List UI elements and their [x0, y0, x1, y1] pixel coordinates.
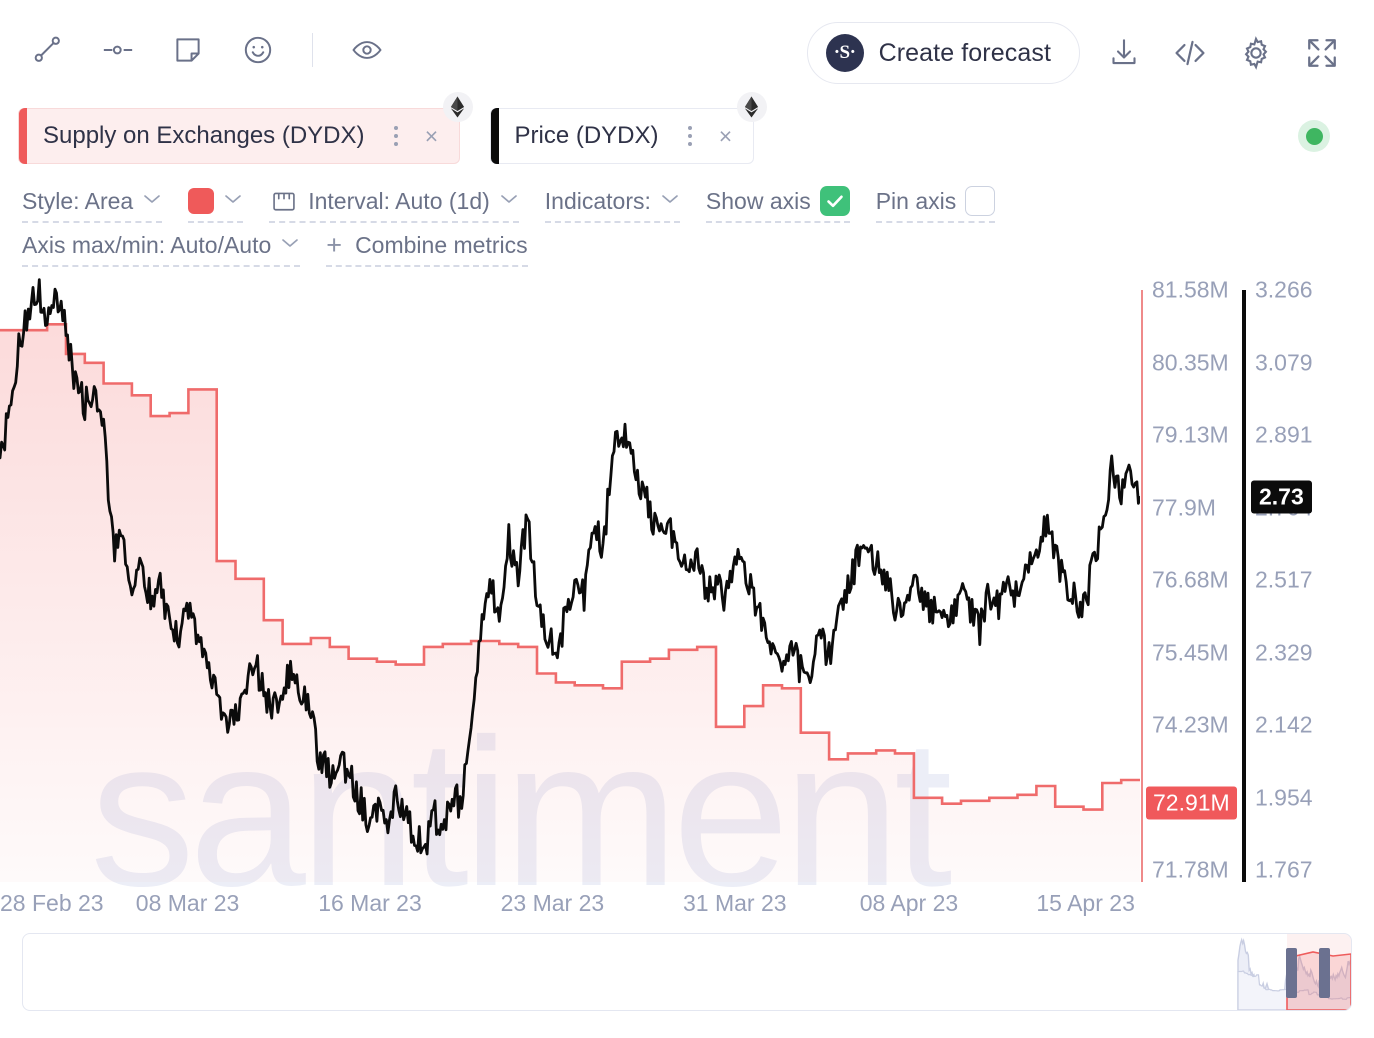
chart-app: ·S· Create forecast Supply on Exchanges …	[0, 0, 1374, 1038]
x-axis-tick-label: 23 Mar 23	[500, 890, 605, 916]
calendar-icon	[269, 187, 299, 215]
axis-value-highlight: 72.91M	[1146, 786, 1237, 820]
pin-axis-checkbox[interactable]	[965, 186, 996, 216]
chip-color-bar	[19, 108, 27, 164]
axis-tick-label: 77.9M	[1152, 494, 1216, 520]
plus-icon: +	[326, 229, 343, 260]
style-selector[interactable]: Style: Area	[22, 183, 163, 223]
create-forecast-label: Create forecast	[878, 38, 1051, 67]
x-axis-tick-label: 31 Mar 23	[683, 890, 787, 916]
chart-container: santiment 81.58M80.35M79.13M77.9M76.68M7…	[0, 276, 1374, 930]
chevron-down-icon	[223, 192, 243, 210]
range-navigator[interactable]	[22, 933, 1352, 1011]
ethereum-icon	[442, 92, 473, 122]
axis-tick-label: 3.266	[1255, 276, 1313, 303]
chart-options-row-1: Style: Area Interval: Auto (1d) Indicato…	[22, 182, 1122, 224]
ethereum-icon	[736, 92, 767, 122]
metric-chip-supply-on-exchanges[interactable]: Supply on Exchanges (DYDX) ×	[18, 92, 473, 164]
x-axis-ticks: 28 Feb 23 08 Mar 23 16 Mar 23 23 Mar 23 31 M…	[0, 890, 1160, 930]
embed-code-icon[interactable]	[1168, 31, 1212, 75]
x-axis-tick-label: 15 Apr 23	[1036, 890, 1135, 916]
fullscreen-icon[interactable]	[1300, 31, 1344, 75]
axis-tick-label: 3.079	[1255, 349, 1313, 375]
x-axis-tick-label: 16 Mar 23	[318, 890, 422, 916]
axis-value-highlight: 2.73	[1251, 480, 1312, 514]
show-axis-label: Show axis	[705, 187, 811, 214]
nav-handle-right[interactable]	[1319, 948, 1330, 998]
combine-metrics-button[interactable]: + Combine metrics	[326, 227, 528, 267]
axis-tick-label: 81.58M	[1152, 276, 1229, 303]
price-axis-line	[1242, 290, 1246, 882]
x-axis-tick-label: 08 Mar 23	[135, 890, 240, 916]
axis-minmax-label: Axis max/min: Auto/Auto	[22, 231, 272, 258]
axis-tick-label: 79.13M	[1152, 421, 1229, 448]
indicators-selector[interactable]: Indicators:	[544, 183, 680, 223]
chip-label: Price (DYDX)	[514, 122, 659, 149]
navigator-preview	[1237, 937, 1351, 1010]
chevron-down-icon	[499, 192, 519, 210]
chevron-down-icon	[142, 192, 162, 210]
axis-tick-label: 2.329	[1255, 639, 1313, 665]
chart-options: Style: Area Interval: Auto (1d) Indicato…	[22, 182, 1122, 268]
axis-tick-label: 2.891	[1255, 421, 1313, 448]
interval-label: Interval: Auto (1d)	[308, 187, 490, 214]
note-icon[interactable]	[166, 28, 210, 72]
chip-label: Supply on Exchanges (DYDX)	[43, 122, 365, 149]
axis-tick-label: 2.517	[1255, 566, 1313, 593]
chip-close-icon[interactable]: ×	[713, 123, 739, 149]
metric-chip-list: Supply on Exchanges (DYDX) × Price (DYDX…	[18, 92, 767, 164]
trend-line-icon[interactable]	[26, 28, 70, 72]
interval-selector[interactable]: Interval: Auto (1d)	[269, 183, 519, 223]
gear-icon[interactable]	[1234, 31, 1278, 75]
axis-tick-label: 71.78M	[1152, 856, 1229, 883]
axis-tick-label: 2.142	[1255, 711, 1313, 738]
series-canvas	[0, 278, 1140, 882]
nav-handle-left[interactable]	[1286, 948, 1297, 998]
horizontal-line-icon[interactable]	[96, 28, 140, 72]
santiment-logo-icon: ·S·	[825, 34, 864, 72]
axis-tick-label: 1.767	[1255, 856, 1313, 883]
supply-axis-line	[1141, 290, 1143, 882]
style-label: Style: Area	[22, 187, 134, 214]
indicators-label: Indicators:	[544, 187, 651, 214]
emoji-icon[interactable]	[236, 28, 280, 72]
chip-more-options-icon[interactable]	[387, 123, 405, 149]
show-axis-checkbox[interactable]	[819, 186, 850, 216]
axis-tick-label: 75.45M	[1152, 639, 1229, 665]
live-status-dot	[1298, 120, 1330, 152]
chip-close-icon[interactable]: ×	[419, 123, 445, 149]
plot-area[interactable]	[0, 278, 1140, 882]
top-toolbar: ·S· Create forecast	[0, 0, 1374, 92]
chevron-down-icon	[280, 236, 300, 254]
axis-tick-label: 74.23M	[1152, 711, 1229, 738]
toolbar-right-group: ·S· Create forecast	[806, 22, 1344, 84]
x-axis-tick-label: 28 Feb 23	[0, 890, 104, 916]
x-axis-tick-label: 08 Apr 23	[859, 890, 959, 916]
axis-tick-label: 80.35M	[1152, 349, 1229, 375]
create-forecast-button[interactable]: ·S· Create forecast	[806, 22, 1080, 84]
color-swatch	[188, 188, 215, 214]
chart-options-row-2: Axis max/min: Auto/Auto + Combine metric…	[22, 226, 1122, 268]
toolbar-left-group	[26, 28, 389, 72]
axis-minmax-selector[interactable]: Axis max/min: Auto/Auto	[22, 227, 301, 267]
chip-color-bar	[490, 108, 499, 164]
show-axis-toggle[interactable]: Show axis	[705, 183, 850, 223]
pin-axis-label: Pin axis	[875, 187, 957, 214]
combine-metrics-label: Combine metrics	[355, 231, 528, 258]
chevron-down-icon	[660, 192, 680, 210]
download-icon[interactable]	[1102, 31, 1146, 75]
eye-icon[interactable]	[345, 28, 389, 72]
pin-axis-toggle[interactable]: Pin axis	[875, 183, 996, 223]
axis-tick-label: 76.68M	[1152, 566, 1229, 593]
toolbar-divider	[312, 33, 313, 67]
axis-tick-label: 1.954	[1255, 784, 1313, 810]
chip-more-options-icon[interactable]	[681, 123, 699, 149]
metric-chip-price[interactable]: Price (DYDX) ×	[489, 92, 767, 164]
color-selector[interactable]	[188, 183, 244, 223]
